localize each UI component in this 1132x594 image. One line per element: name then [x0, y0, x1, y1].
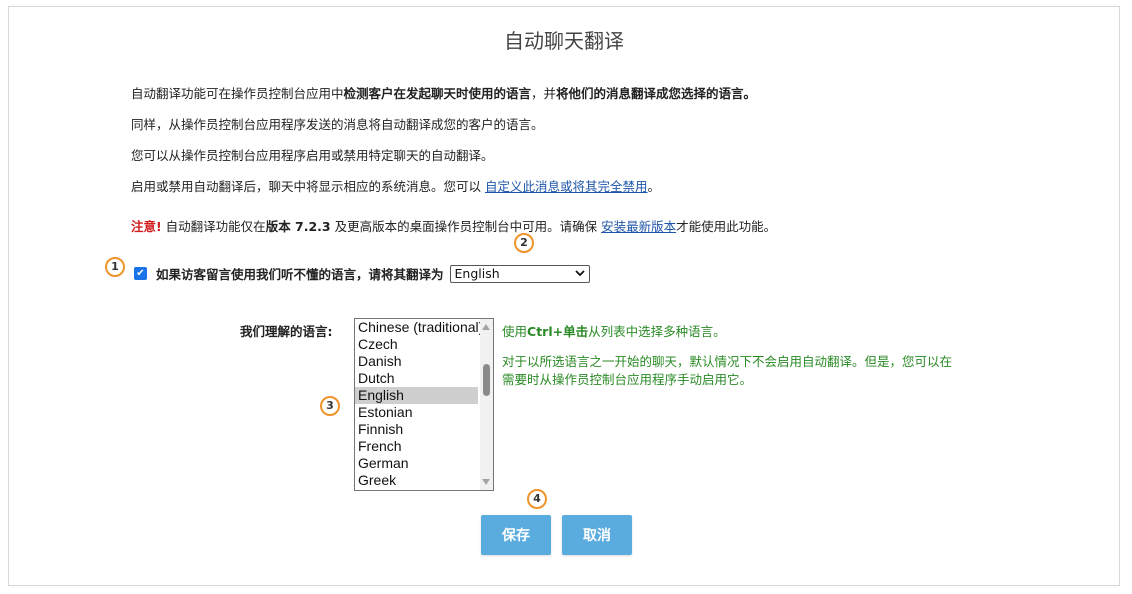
language-option[interactable]: Czech	[355, 336, 478, 353]
language-option[interactable]: Estonian	[355, 404, 478, 421]
language-option-selected[interactable]: English	[355, 387, 478, 404]
cancel-button[interactable]: 取消	[562, 515, 632, 555]
description-line-4: 启用或禁用自动翻译后，聊天中将显示相应的系统消息。您可以 自定义此消息或将其完全…	[131, 179, 661, 194]
translate-language-select[interactable]: English	[449, 264, 590, 283]
listbox-scrollbar[interactable]	[480, 319, 493, 490]
languages-label: 我们理解的语言:	[240, 324, 333, 339]
customize-message-link[interactable]: 自定义此消息或将其完全禁用	[485, 179, 648, 194]
auto-translate-hint-line-2: 需要时从操作员控制台应用程序手动启用它。	[502, 372, 753, 387]
install-latest-link[interactable]: 安装最新版本	[601, 219, 676, 234]
check-icon: ✔	[136, 268, 145, 279]
language-option[interactable]: Greek	[355, 472, 478, 489]
translate-checkbox[interactable]: ✔	[134, 267, 147, 280]
description-line-2: 同样，从操作员控制台应用程序发送的消息将自动翻译成您的客户的语言。	[131, 117, 544, 132]
save-button[interactable]: 保存	[481, 515, 551, 555]
language-option[interactable]: French	[355, 438, 478, 455]
chevron-down-icon	[574, 270, 585, 277]
translate-option-label: 如果访客留言使用我们听不懂的语言，请将其翻译为	[156, 267, 444, 282]
callout-badge-4: 4	[527, 489, 547, 509]
multi-select-hint: 使用Ctrl+单击从列表中选择多种语言。	[502, 324, 726, 339]
version-notice: 注意! 自动翻译功能仅在版本 7.2.3 及更高版本的桌面操作员控制台中可用。请…	[131, 219, 777, 234]
description-line-3: 您可以从操作员控制台应用程序启用或禁用特定聊天的自动翻译。	[131, 148, 494, 163]
description-line-1: 自动翻译功能可在操作员控制台应用中检测客户在发起聊天时使用的语言，并将他们的消息…	[131, 86, 757, 101]
language-option[interactable]: Chinese (traditional)	[355, 319, 483, 336]
scroll-down-icon[interactable]	[482, 479, 490, 485]
callout-badge-1: 1	[105, 257, 125, 277]
notice-label: 注意!	[131, 219, 162, 234]
language-option[interactable]: Dutch	[355, 370, 478, 387]
scroll-up-icon[interactable]	[482, 324, 490, 330]
selected-language: English	[454, 266, 500, 281]
callout-badge-2: 2	[514, 233, 534, 253]
scroll-thumb[interactable]	[483, 364, 490, 396]
callout-badge-3: 3	[320, 396, 340, 416]
page-title: 自动聊天翻译	[504, 29, 624, 53]
language-option[interactable]: Finnish	[355, 421, 478, 438]
auto-translate-hint-line-1: 对于以所选语言之一开始的聊天，默认情况下不会启用自动翻译。但是，您可以在	[502, 354, 953, 369]
language-option[interactable]: German	[355, 455, 478, 472]
translate-option-row: ✔ 如果访客留言使用我们听不懂的语言，请将其翻译为 English	[134, 264, 590, 283]
languages-listbox[interactable]: Chinese (traditional) Czech Danish Dutch…	[354, 318, 494, 491]
language-option[interactable]: Danish	[355, 353, 478, 370]
